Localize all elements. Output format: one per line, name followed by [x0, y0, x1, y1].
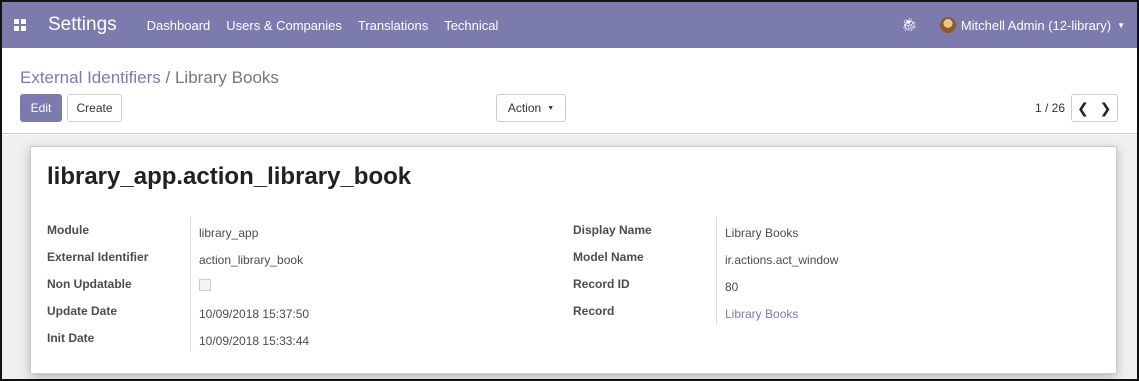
breadcrumb-separator: /: [160, 68, 175, 87]
field-group-right: Display Name Library Books Model Name ir…: [573, 217, 1016, 325]
chevron-left-icon[interactable]: ❮: [1071, 94, 1095, 122]
field-row-module: Module library_app: [47, 217, 490, 244]
field-row-update-date: Update Date 10/09/2018 15:37:50: [47, 298, 490, 325]
model-name-value: ir.actions.act_window: [716, 244, 1016, 271]
field-row-init-date: Init Date 10/09/2018 15:33:44: [47, 325, 490, 352]
caret-down-icon[interactable]: ▼: [1117, 21, 1125, 30]
field-row-model-name: Model Name ir.actions.act_window: [573, 244, 1016, 271]
menu-translations[interactable]: Translations: [358, 18, 428, 33]
control-panel: External Identifiers / Library Books Edi…: [2, 48, 1137, 134]
apps-grid-icon[interactable]: [14, 19, 26, 31]
field-row-non-updatable: Non Updatable: [47, 271, 490, 298]
field-row-record-id: Record ID 80: [573, 271, 1016, 298]
menu-technical[interactable]: Technical: [444, 18, 498, 33]
field-row-external-identifier: External Identifier action_library_book: [47, 244, 490, 271]
record-id-value: 80: [716, 271, 1016, 298]
field-row-record: Record Library Books: [573, 298, 1016, 325]
field-label: Record: [573, 304, 615, 318]
avatar[interactable]: [939, 17, 956, 33]
app-title[interactable]: Settings: [48, 14, 117, 36]
menu-dashboard[interactable]: Dashboard: [147, 18, 211, 33]
field-label: Non Updatable: [47, 277, 132, 291]
update-date-value: 10/09/2018 15:37:50: [190, 298, 490, 325]
bug-icon[interactable]: 🐞︎: [901, 17, 918, 33]
breadcrumb-current: Library Books: [174, 68, 279, 87]
action-label: Action: [507, 101, 542, 115]
form-sheet: library_app.action_library_book Module l…: [30, 146, 1117, 374]
action-dropdown[interactable]: Action ▼: [496, 94, 566, 122]
non-updatable-value: [190, 271, 490, 298]
top-navbar: Settings Dashboard Users & Companies Tra…: [2, 2, 1137, 48]
edit-button[interactable]: Edit: [20, 94, 62, 122]
non-updatable-checkbox: [199, 279, 211, 291]
main-menu: Dashboard Users & Companies Translations…: [147, 18, 515, 33]
display-name-value: Library Books: [716, 217, 1016, 244]
record-link[interactable]: Library Books: [716, 298, 1016, 325]
init-date-value: 10/09/2018 15:33:44: [190, 325, 490, 352]
chevron-right-icon[interactable]: ❯: [1094, 94, 1118, 122]
field-label: Model Name: [573, 250, 644, 264]
field-label: External Identifier: [47, 250, 149, 264]
field-label: Record ID: [573, 277, 630, 291]
navbar-right: 🐞︎ Mitchell Admin (12-library) ▼: [901, 17, 1125, 33]
breadcrumb: External Identifiers / Library Books: [20, 68, 279, 88]
record-title: library_app.action_library_book: [47, 163, 412, 190]
menu-users-companies[interactable]: Users & Companies: [226, 18, 342, 33]
create-button[interactable]: Create: [67, 94, 122, 122]
field-label: Display Name: [573, 223, 652, 237]
field-label: Update Date: [47, 304, 118, 318]
external-identifier-value: action_library_book: [190, 244, 490, 271]
field-label: Module: [47, 223, 89, 237]
field-label: Init Date: [47, 331, 95, 345]
user-menu[interactable]: Mitchell Admin (12-library): [961, 18, 1111, 33]
field-group-left: Module library_app External Identifier a…: [47, 217, 490, 352]
module-value: library_app: [190, 217, 490, 244]
breadcrumb-parent[interactable]: External Identifiers: [20, 68, 161, 87]
pager-value[interactable]: 1 / 26: [1035, 101, 1065, 115]
field-row-display-name: Display Name Library Books: [573, 217, 1016, 244]
caret-down-icon: ▼: [547, 104, 555, 112]
